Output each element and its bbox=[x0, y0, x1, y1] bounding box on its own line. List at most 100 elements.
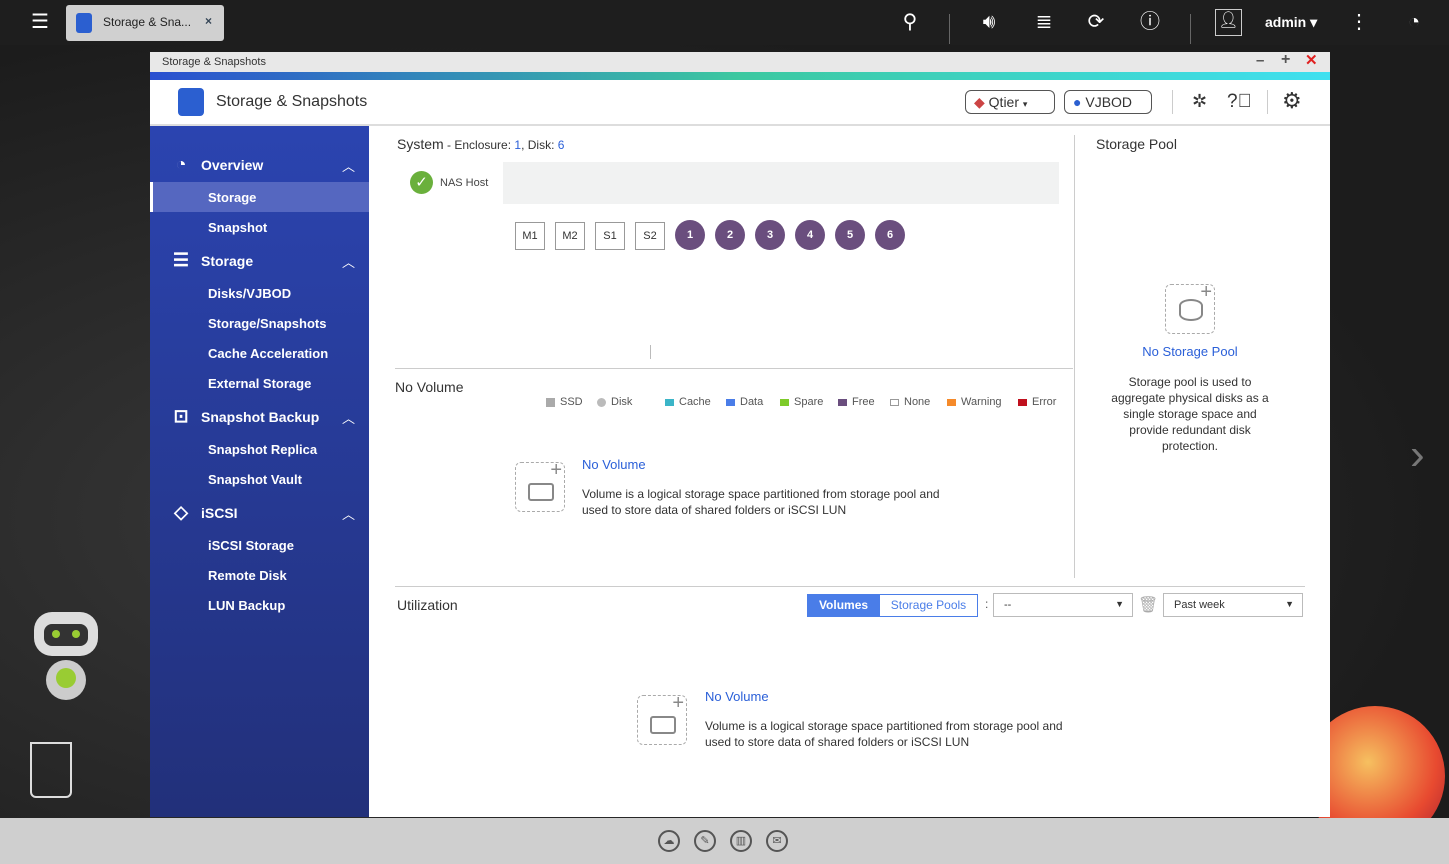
chevron-up-icon: ︿ bbox=[342, 507, 356, 522]
tab-storage-pools[interactable]: Storage Pools bbox=[879, 594, 978, 617]
utilization-heading: Utilization bbox=[397, 597, 458, 613]
user-avatar-icon[interactable]: 👤︎ bbox=[1215, 9, 1242, 36]
storage-pool-description: Storage pool is used to aggregate physica… bbox=[1111, 375, 1269, 453]
time-range-select[interactable]: Past week ▼ bbox=[1163, 593, 1303, 617]
legend-swatch bbox=[838, 398, 847, 406]
tab-title: Storage & Sna... bbox=[103, 15, 192, 29]
legend-swatch bbox=[665, 398, 674, 406]
bottom-dock bbox=[0, 818, 1449, 864]
menu-icon[interactable]: ☰ bbox=[26, 10, 54, 34]
delete-icon[interactable]: 🗑︎ bbox=[1138, 595, 1158, 615]
add-volume-icon[interactable]: + bbox=[515, 459, 565, 512]
legend-swatch bbox=[546, 397, 555, 407]
tools-icon[interactable]: ✎ bbox=[694, 830, 716, 852]
volume-description: Volume is a logical storage space partit… bbox=[582, 487, 940, 517]
qtier-button[interactable]: ◆ Qtier ▾ bbox=[965, 90, 1055, 114]
disk-1[interactable]: 1 bbox=[675, 220, 705, 250]
sidebar-item-storage[interactable]: Storage bbox=[150, 182, 369, 212]
magic-wand-icon[interactable]: ✲ bbox=[1192, 91, 1207, 112]
legend-label: None bbox=[904, 396, 931, 408]
next-desktop-arrow-icon[interactable]: › bbox=[1410, 430, 1425, 480]
chevron-up-icon: ︿ bbox=[342, 159, 356, 174]
storage-pool-heading: Storage Pool bbox=[1096, 136, 1177, 152]
sidebar-item-cache-acceleration[interactable]: Cache Acceleration bbox=[150, 338, 369, 368]
close-icon[interactable]: ✕ bbox=[1305, 51, 1318, 69]
database-icon: ☰ bbox=[172, 250, 190, 270]
legend-warning: Warning bbox=[947, 396, 1002, 408]
status-ok-icon: ✓ bbox=[410, 171, 433, 194]
no-volume-link[interactable]: No Volume bbox=[705, 689, 769, 704]
cloud-icon[interactable]: ☁ bbox=[658, 830, 680, 852]
settings-gear-icon[interactable]: ⚙ bbox=[1282, 88, 1302, 114]
taskbar-tab-storage[interactable]: Storage & Sna... × bbox=[66, 5, 224, 41]
slot-s2[interactable]: S2 bbox=[635, 222, 665, 250]
slot-m1[interactable]: M1 bbox=[515, 222, 545, 250]
info-icon[interactable]: ⓘ bbox=[1136, 10, 1164, 34]
slot-s1[interactable]: S1 bbox=[595, 222, 625, 250]
legend-data: Data bbox=[726, 396, 763, 408]
legend-label: Warning bbox=[961, 396, 1002, 408]
disk-3[interactable]: 3 bbox=[755, 220, 785, 250]
legend-free: Free bbox=[838, 396, 875, 408]
legend-label: SSD bbox=[560, 396, 583, 408]
more-options-icon[interactable]: ⋮ bbox=[1345, 10, 1373, 34]
legend-error: Error bbox=[1018, 396, 1056, 408]
disk-6[interactable]: 6 bbox=[875, 220, 905, 250]
accent-bar bbox=[150, 72, 1330, 80]
sidebar: ◔ Overview ︿ Storage Snapshot ☰ Storage ︿ Di… bbox=[150, 126, 369, 817]
add-volume-icon[interactable]: + bbox=[637, 692, 687, 745]
sidebar-item-snapshot-vault[interactable]: Snapshot Vault bbox=[150, 464, 369, 494]
legend-label: Spare bbox=[794, 396, 824, 408]
volume-icon[interactable]: 🔊︎ bbox=[975, 10, 1003, 34]
no-volume-link[interactable]: No Volume bbox=[582, 457, 646, 472]
sidebar-section-overview[interactable]: ◔ Overview ︿ bbox=[150, 150, 369, 180]
iscsi-icon: ◇ bbox=[174, 502, 188, 522]
sidebar-item-iscsi-storage[interactable]: iSCSI Storage bbox=[150, 530, 369, 560]
nas-host-label: NAS Host bbox=[440, 177, 489, 189]
book-icon[interactable]: ▥ bbox=[730, 830, 752, 852]
dashboard-icon[interactable]: ◔ bbox=[1400, 10, 1428, 34]
volume-select[interactable]: -- ▼ bbox=[993, 593, 1133, 617]
disk-2[interactable]: 2 bbox=[715, 220, 745, 250]
trash-icon[interactable] bbox=[30, 742, 72, 798]
sidebar-section-snapshot-backup[interactable]: ⊡ Snapshot Backup ︿ bbox=[150, 402, 369, 432]
assistant-robot-icon[interactable] bbox=[30, 612, 102, 708]
legend-ssd: SSD bbox=[546, 396, 583, 408]
user-menu[interactable]: admin ▾ bbox=[1265, 14, 1317, 31]
dashboard-icon: ◔ bbox=[175, 154, 187, 174]
add-storage-pool-icon[interactable]: + bbox=[1165, 281, 1215, 334]
system-heading: System - Enclosure: 1, Disk: 6 bbox=[397, 136, 565, 152]
legend-cache: Cache bbox=[665, 396, 711, 408]
sidebar-item-external-storage[interactable]: External Storage bbox=[150, 368, 369, 398]
help-icon[interactable]: ?⃝ bbox=[1227, 91, 1252, 113]
app-icon bbox=[76, 13, 92, 33]
no-storage-pool-link[interactable]: No Storage Pool bbox=[1080, 344, 1300, 359]
tasks-icon[interactable]: ≣ bbox=[1030, 10, 1058, 34]
sidebar-item-storage-snapshots[interactable]: Storage/Snapshots bbox=[150, 308, 369, 338]
legend-disk: Disk bbox=[597, 396, 632, 408]
minimize-icon[interactable]: – bbox=[1256, 52, 1264, 69]
disk-4[interactable]: 4 bbox=[795, 220, 825, 250]
sidebar-item-snapshot[interactable]: Snapshot bbox=[150, 212, 369, 242]
maximize-icon[interactable]: + bbox=[1281, 51, 1290, 69]
search-icon[interactable]: ⚲ bbox=[896, 10, 924, 34]
sidebar-item-snapshot-replica[interactable]: Snapshot Replica bbox=[150, 434, 369, 464]
sidebar-item-lun-backup[interactable]: LUN Backup bbox=[150, 590, 369, 620]
slot-m2[interactable]: M2 bbox=[555, 222, 585, 250]
notes-icon[interactable]: ✉ bbox=[766, 830, 788, 852]
app-header: Storage & Snapshots ◆ Qtier ▾ ● VJBOD ✲ … bbox=[150, 80, 1330, 126]
sidebar-section-storage[interactable]: ☰ Storage ︿ bbox=[150, 246, 369, 276]
legend-label: Error bbox=[1032, 396, 1057, 408]
sidebar-section-iscsi[interactable]: ◇ iSCSI ︿ bbox=[150, 498, 369, 528]
legend-swatch bbox=[890, 398, 899, 406]
tab-volumes[interactable]: Volumes bbox=[807, 594, 880, 617]
legend-label: Disk bbox=[611, 396, 633, 408]
sidebar-item-disks-vjbod[interactable]: Disks/VJBOD bbox=[150, 278, 369, 308]
vjbod-button[interactable]: ● VJBOD bbox=[1064, 90, 1152, 114]
disk-5[interactable]: 5 bbox=[835, 220, 865, 250]
legend-swatch bbox=[597, 397, 606, 407]
sync-icon[interactable]: ⟳ bbox=[1082, 10, 1110, 34]
legend-label: Cache bbox=[679, 396, 711, 408]
close-tab-icon[interactable]: × bbox=[205, 14, 212, 28]
sidebar-item-remote-disk[interactable]: Remote Disk bbox=[150, 560, 369, 590]
